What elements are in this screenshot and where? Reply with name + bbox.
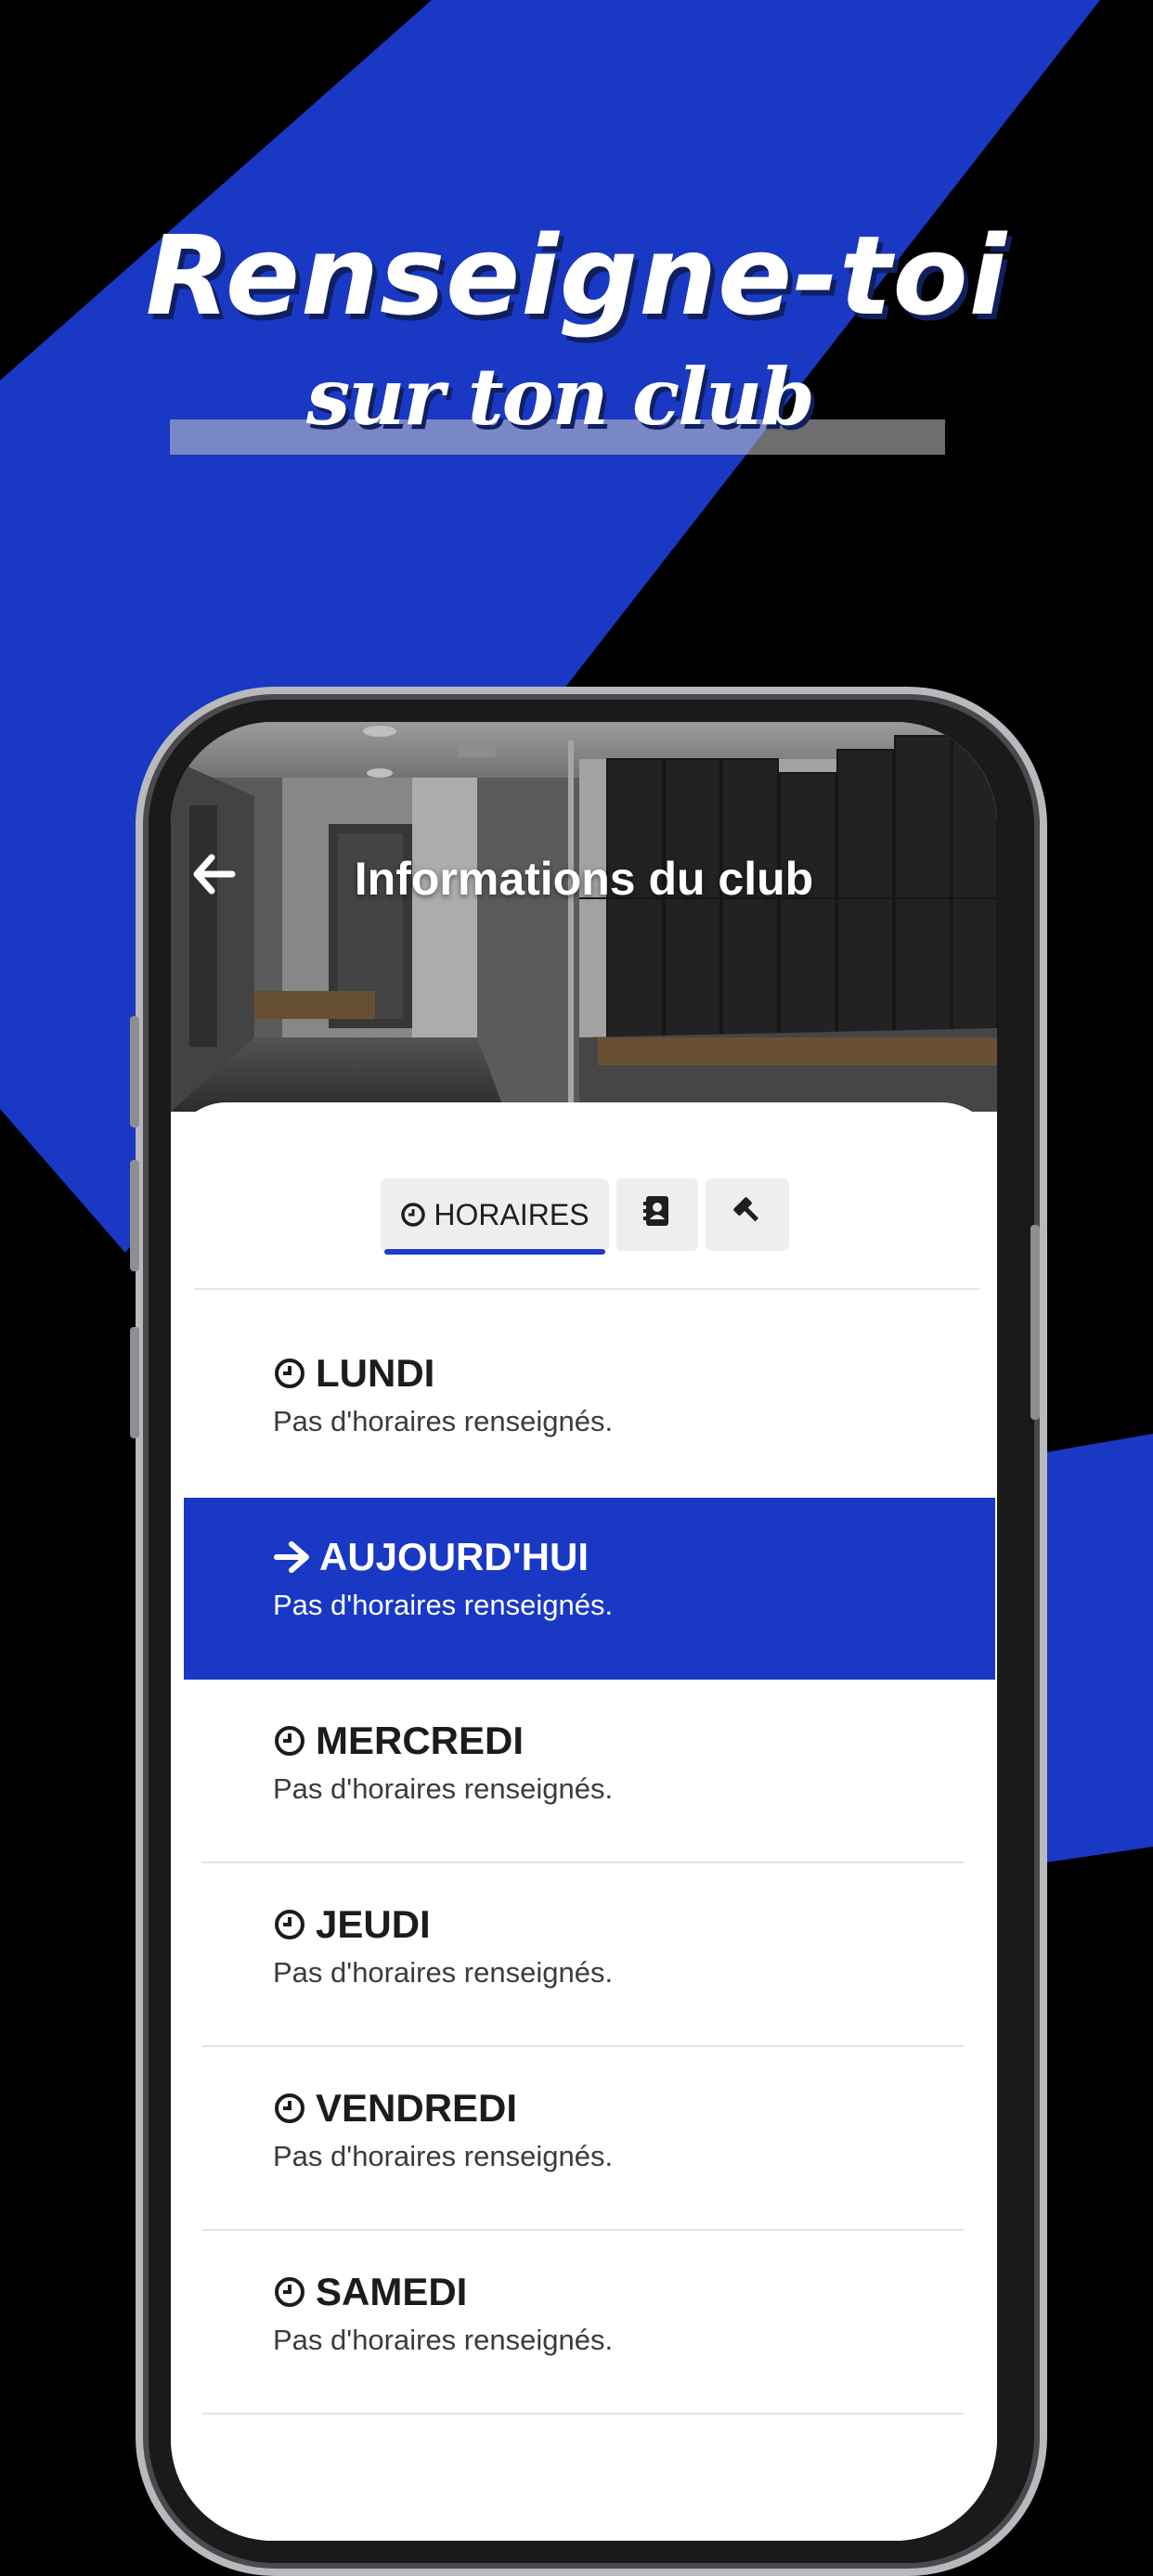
day-label: MERCREDI xyxy=(316,1719,525,1762)
day-hours-note: Pas d'horaires renseignés. xyxy=(273,1956,614,1989)
schedule-day-row[interactable]: LUNDI Pas d'horaires renseignés. xyxy=(184,1314,995,1496)
tab-label: HORAIRES xyxy=(434,1197,589,1231)
content-sheet: HORAIRES LUNDI Pas d'horaires renseignés.… xyxy=(171,1102,997,2541)
schedule-day-row[interactable]: VENDREDI Pas d'horaires renseignés. xyxy=(184,2049,995,2231)
row-divider xyxy=(202,2413,964,2415)
contact-book-icon xyxy=(643,1195,671,1234)
promo-headline: Renseigne-toi xyxy=(145,212,1008,340)
day-hours-note: Pas d'horaires renseignés. xyxy=(273,1589,614,1621)
tab-bar: HORAIRES xyxy=(381,1179,789,1255)
club-hero-image: Informations du club xyxy=(171,722,997,1112)
day-label: LUNDI xyxy=(316,1351,435,1395)
row-divider xyxy=(202,2045,964,2047)
day-name: VENDREDI xyxy=(273,2086,517,2131)
phone-side-button xyxy=(130,1160,139,1271)
phone-side-button xyxy=(1030,1225,1040,1420)
clock-icon xyxy=(273,2275,306,2309)
day-hours-note: Pas d'horaires renseignés. xyxy=(273,2140,614,2172)
day-label: AUJOURD'HUI xyxy=(319,1535,589,1578)
clock-icon xyxy=(273,1357,306,1390)
day-label: SAMEDI xyxy=(316,2270,468,2313)
day-label: JEUDI xyxy=(316,1902,431,1946)
row-divider xyxy=(202,2229,964,2231)
day-hours-note: Pas d'horaires renseignés. xyxy=(273,1405,614,1437)
day-hours-note: Pas d'horaires renseignés. xyxy=(273,2324,614,2356)
clock-icon xyxy=(400,1202,426,1228)
day-name: MERCREDI xyxy=(273,1719,524,1763)
schedule-day-row[interactable]: SAMEDI Pas d'horaires renseignés. xyxy=(184,2233,995,2415)
screen-title: Informations du club xyxy=(354,853,814,905)
clock-icon xyxy=(273,1724,306,1758)
gavel-icon xyxy=(732,1196,762,1233)
tab-contact[interactable] xyxy=(616,1179,698,1251)
day-name: LUNDI xyxy=(273,1351,434,1396)
day-hours-note: Pas d'horaires renseignés. xyxy=(273,1772,614,1805)
clock-icon xyxy=(273,2092,306,2125)
phone-side-button xyxy=(130,1327,139,1438)
day-name: SAMEDI xyxy=(273,2270,467,2314)
tab-horaires[interactable]: HORAIRES xyxy=(381,1179,609,1255)
schedule-day-row[interactable]: AUJOURD'HUI Pas d'horaires renseignés. xyxy=(184,1498,995,1680)
day-name: AUJOURD'HUI xyxy=(273,1535,589,1579)
tabs-divider xyxy=(195,1288,980,1290)
schedule-day-row[interactable]: MERCREDI Pas d'horaires renseignés. xyxy=(184,1681,995,1863)
day-label: VENDREDI xyxy=(316,2086,518,2130)
promo-subline: sur ton club xyxy=(306,351,815,443)
arrow-right-icon xyxy=(273,1540,310,1574)
day-name: JEUDI xyxy=(273,1902,431,1947)
phone-side-button xyxy=(130,1016,139,1127)
schedule-day-row[interactable]: JEUDI Pas d'horaires renseignés. xyxy=(184,1865,995,2047)
tab-rules[interactable] xyxy=(706,1179,789,1251)
clock-icon xyxy=(273,1908,306,1941)
phone-screen: Informations du club HORAIRES LUNDI Pas … xyxy=(171,722,997,2541)
row-divider xyxy=(202,1861,964,1863)
